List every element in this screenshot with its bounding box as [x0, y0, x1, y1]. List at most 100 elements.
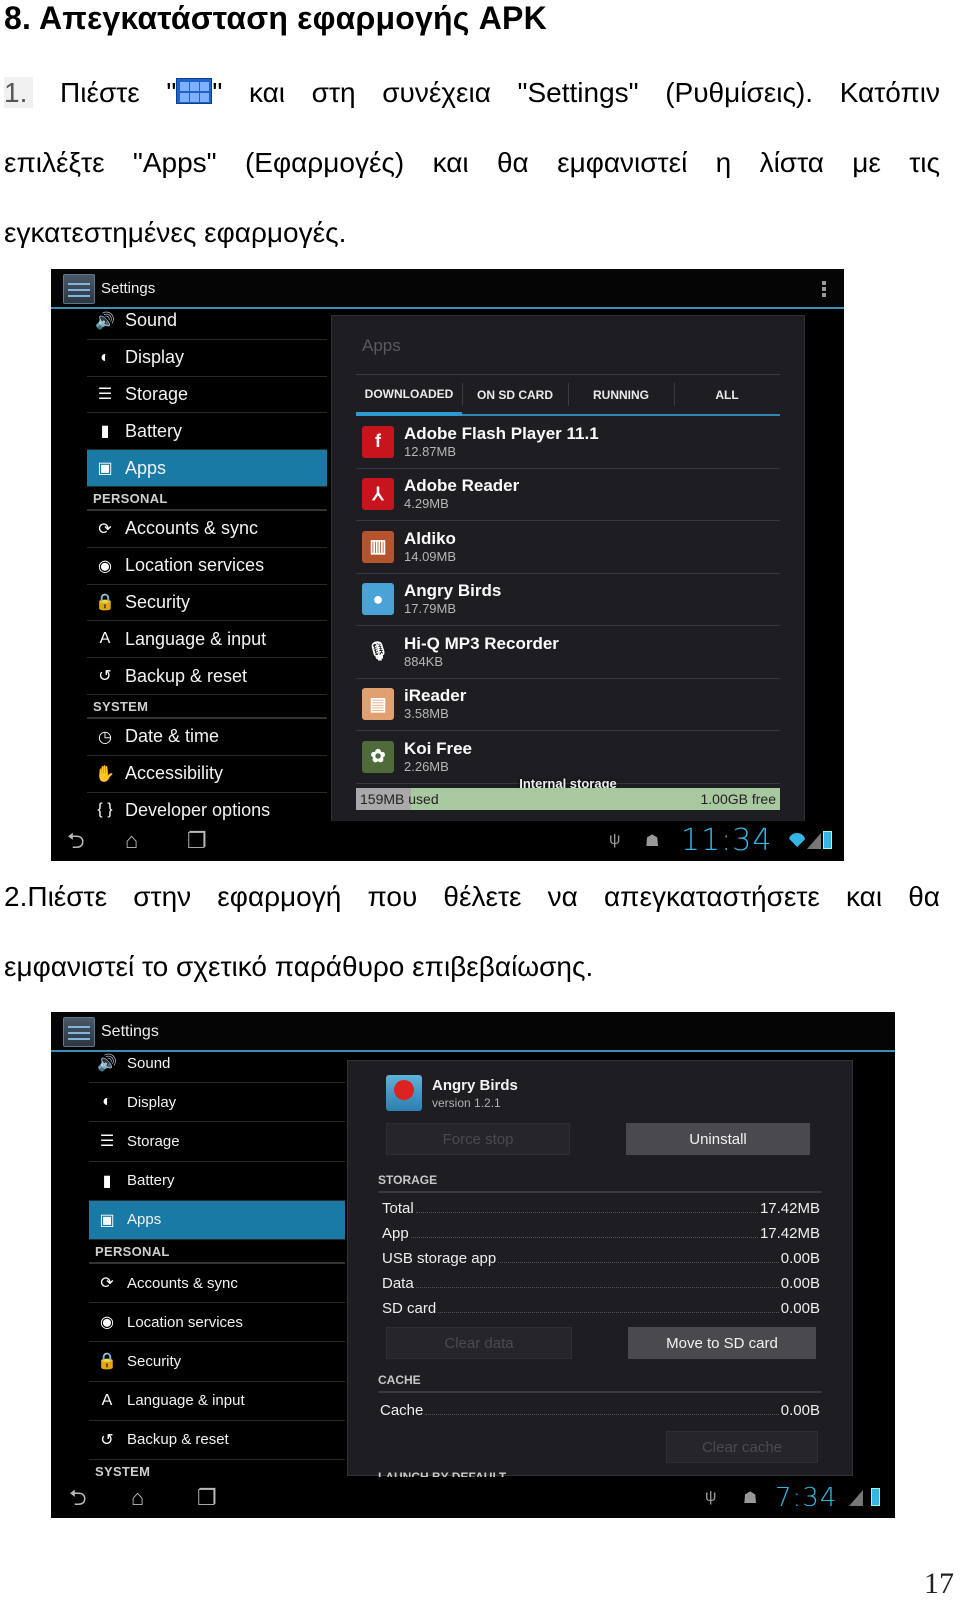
storage-row-label: Total	[382, 1200, 414, 1217]
sidebar-item-label: Apps	[125, 457, 167, 478]
force-stop-button[interactable]: Force stop	[386, 1123, 570, 1155]
app-list-item[interactable]: 🎙 Hi-Q MP3 Recorder 884KB	[356, 626, 780, 679]
back-icon[interactable]: ⮌	[69, 1486, 87, 1510]
tab-all[interactable]: ALL	[674, 375, 780, 416]
overflow-menu-icon[interactable]	[822, 281, 826, 297]
battery-icon: ▮	[102, 1172, 112, 1190]
uninstall-button[interactable]: Uninstall	[626, 1123, 810, 1155]
sidebar-item-date-time[interactable]: ◷ Date & time	[87, 719, 327, 756]
sidebar-item-accessibility[interactable]: ✋ Accessibility	[87, 756, 327, 793]
sidebar-item-sound[interactable]: 🔊 Sound	[87, 303, 327, 340]
recents-icon[interactable]: ❐	[197, 1486, 217, 1510]
backup-icon: ↺	[100, 1431, 114, 1449]
hand-icon: ✋	[95, 765, 115, 783]
sidebar-item-label: Display	[125, 347, 185, 368]
cache-label: Cache	[380, 1402, 424, 1419]
settings-icon[interactable]	[63, 1017, 95, 1047]
storage-row: Total 17.42MB	[382, 1195, 820, 1217]
sidebar-item-backup-reset[interactable]: ↺ Backup & reset	[89, 1421, 345, 1460]
microphone-icon: 🎙	[362, 635, 394, 668]
cache-value: 0.00B	[780, 1402, 820, 1419]
app-version: version 1.2.1	[432, 1096, 501, 1110]
backup-icon: ↺	[98, 668, 112, 686]
sidebar-item-apps[interactable]: ▣ Apps	[87, 450, 327, 487]
action-bar-title: Settings	[101, 1023, 159, 1040]
app-list-item[interactable]: ▤ iReader 3.58MB	[356, 679, 780, 731]
app-list-item[interactable]: ● Angry Birds 17.79MB	[356, 574, 780, 626]
sidebar-item-label: Accessibility	[125, 763, 224, 784]
app-list-item[interactable]: ⅄ Adobe Reader 4.29MB	[356, 469, 780, 521]
battery-icon: ▮	[100, 423, 110, 441]
sidebar-item-display[interactable]: ◐ Display	[87, 340, 327, 377]
sidebar-item-location-services[interactable]: ◉ Location services	[89, 1303, 345, 1343]
step1-text-b: " και στη συνέχεια "Settings" (Ρυθμίσεις…	[212, 77, 941, 108]
move-to-sd-button[interactable]: Move to SD card	[628, 1327, 816, 1359]
sidebar-item-security[interactable]: 🔒 Security	[87, 585, 327, 622]
sidebar-item-apps[interactable]: ▣ Apps	[89, 1200, 345, 1240]
recents-icon[interactable]: ❐	[187, 829, 207, 853]
signal-icon	[849, 1490, 863, 1506]
home-icon[interactable]: ⌂	[125, 829, 138, 853]
tab-on-sd-card[interactable]: ON SD CARD	[462, 375, 568, 416]
storage-row-label: App	[382, 1225, 409, 1242]
clear-cache-button[interactable]: Clear cache	[666, 1431, 818, 1463]
back-icon[interactable]: ⮌	[67, 829, 85, 853]
app-info-screenshot: Settings 🔊 Sound ◐ Display ☰ Storage ▮ Battery ▣…	[51, 1012, 895, 1518]
location-icon: ◉	[98, 557, 112, 575]
tab-downloaded[interactable]: DOWNLOADED	[356, 375, 462, 416]
storage-row-value: 0.00B	[780, 1250, 820, 1267]
sidebar-item-accounts-sync[interactable]: ⟳ Accounts & sync	[87, 511, 327, 548]
launch-default-header: LAUNCH BY DEFAULT	[378, 1471, 506, 1477]
android-debug-icon: ☗	[645, 833, 660, 850]
sidebar-item-label: Accounts & sync	[125, 518, 259, 539]
app-name: Angry Birds	[404, 581, 502, 601]
step2-line1: 2.Πιέστε στην εφαρμογή που θέλετε να απε…	[4, 881, 940, 912]
app-info-panel: Angry Birds version 1.2.1 Force stop Uni…	[347, 1060, 853, 1477]
sidebar-item-sound[interactable]: 🔊 Sound	[89, 1044, 345, 1084]
sidebar-item-storage[interactable]: ☰ Storage	[89, 1122, 345, 1162]
sidebar-item-security[interactable]: 🔒 Security	[89, 1342, 345, 1382]
sidebar-item-label: Backup & reset	[127, 1431, 229, 1449]
sidebar-item-language-input[interactable]: A Language & input	[89, 1382, 345, 1421]
app-list-item[interactable]: f Adobe Flash Player 11.1 12.87MB	[356, 416, 780, 469]
panel-title: Apps	[362, 336, 401, 355]
battery-status-icon	[823, 831, 832, 849]
battery-status-icon	[871, 1488, 880, 1506]
language-icon: A	[99, 630, 111, 648]
app-text: Hi-Q MP3 Recorder 884KB	[404, 634, 559, 670]
sidebar-item-label: Storage	[125, 383, 189, 404]
braces-icon: { }	[97, 801, 113, 819]
sidebar-section-header: SYSTEM	[87, 695, 327, 719]
storage-row-value: 0.00B	[780, 1275, 820, 1292]
sidebar-item-location-services[interactable]: ◉ Location services	[87, 548, 327, 585]
sidebar-item-label: Security	[127, 1352, 182, 1370]
app-name: Angry Birds	[432, 1077, 518, 1094]
sidebar-item-display[interactable]: ◐ Display	[89, 1083, 345, 1123]
app-name: Koi Free	[404, 738, 473, 758]
sidebar-section-header: PERSONAL	[89, 1240, 345, 1264]
app-text: Koi Free 2.26MB	[404, 739, 472, 775]
storage-free-text: 1.00GB free	[700, 791, 777, 807]
sidebar-item-accounts-sync[interactable]: ⟳ Accounts & sync	[89, 1264, 345, 1304]
sidebar-item-battery[interactable]: ▮ Battery	[87, 413, 327, 451]
sidebar-item-battery[interactable]: ▮ Battery	[89, 1162, 345, 1201]
app-size: 2.26MB	[404, 758, 449, 774]
clear-data-button[interactable]: Clear data	[386, 1327, 572, 1359]
cache-row: Cache 0.00B	[380, 1397, 820, 1419]
signal-icon	[807, 833, 821, 849]
sidebar-item-backup-reset[interactable]: ↺ Backup & reset	[87, 658, 327, 695]
tab-running[interactable]: RUNNING	[568, 375, 674, 416]
home-icon[interactable]: ⌂	[131, 1486, 144, 1510]
storage-used-text: 159MB used	[360, 791, 439, 807]
sidebar-item-label: Location services	[127, 1313, 243, 1331]
sidebar-item-language-input[interactable]: A Language & input	[87, 621, 327, 659]
settings-icon[interactable]	[63, 274, 95, 304]
app-list-item[interactable]: ▥ Aldiko 14.09MB	[356, 521, 780, 574]
app-text: Adobe Reader 4.29MB	[404, 476, 519, 512]
app-size: 12.87MB	[404, 443, 457, 459]
sidebar-item-label: Security	[125, 591, 191, 612]
storage-row-value: 17.42MB	[759, 1225, 820, 1242]
clock-icon: ◷	[98, 728, 112, 746]
sidebar-item-label: Apps	[127, 1211, 162, 1229]
sidebar-item-storage[interactable]: ☰ Storage	[87, 377, 327, 414]
